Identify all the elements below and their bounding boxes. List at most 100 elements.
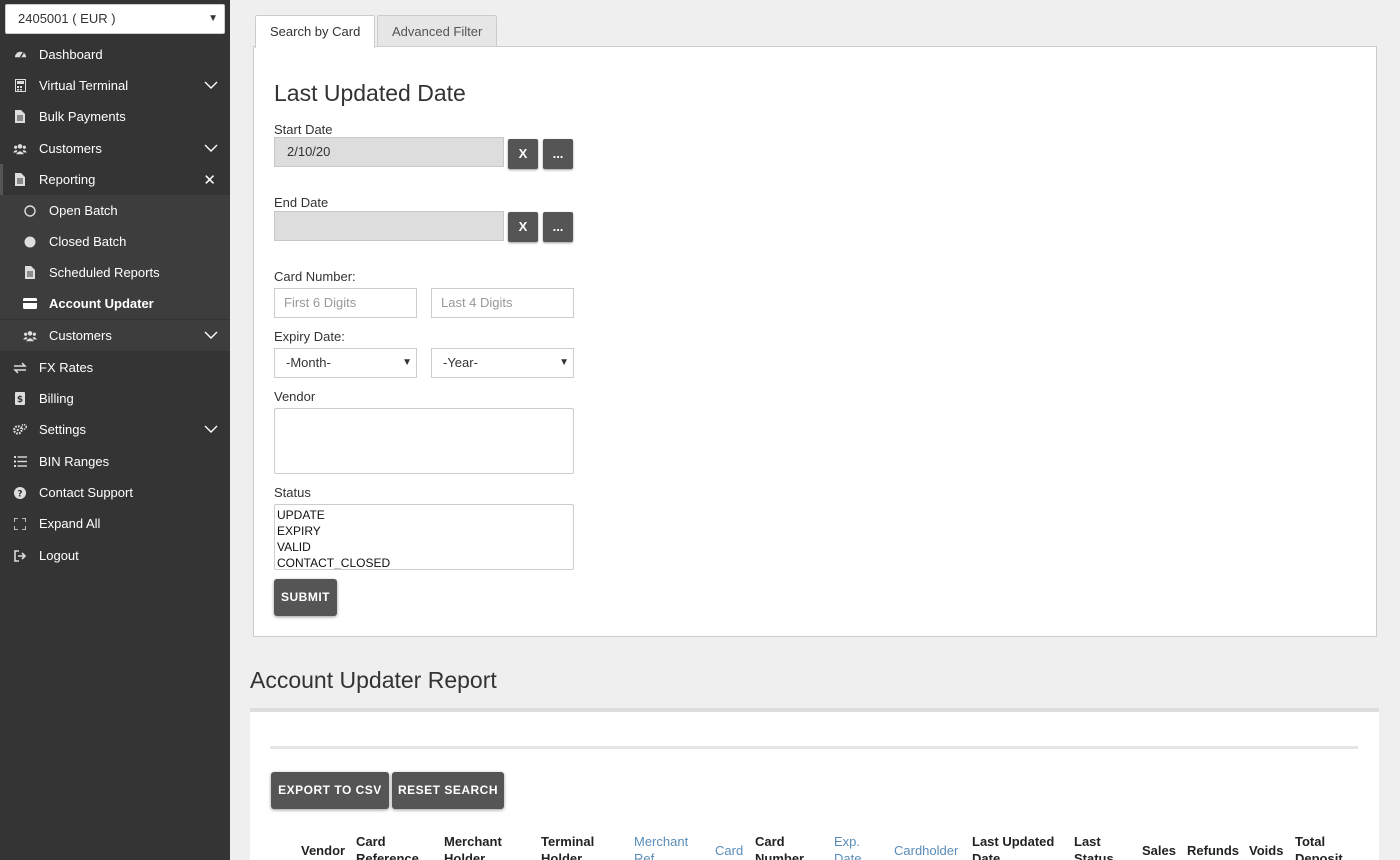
column-header-voids: Voids — [1249, 842, 1283, 859]
sidebar-item-label: Account Updater — [49, 296, 154, 311]
sidebar-item-contact-support[interactable]: ? Contact Support — [0, 477, 230, 508]
reset-search-button[interactable]: RESET SEARCH — [392, 772, 504, 809]
vendor-label: Vendor — [274, 389, 316, 404]
chevron-down-icon: ▼ — [208, 13, 218, 24]
list-icon — [13, 455, 27, 469]
sidebar-item-label: Customers — [49, 328, 112, 343]
sidebar-item-bin-ranges[interactable]: BIN Ranges — [0, 446, 230, 477]
sidebar-item-dashboard[interactable]: Dashboard — [0, 39, 230, 70]
chevron-down-icon: ▼ — [559, 357, 569, 368]
column-header-exp-date[interactable]: Exp. Date — [834, 833, 861, 860]
last-4-digits-input[interactable]: Last 4 Digits — [431, 288, 574, 318]
vendor-input[interactable] — [274, 408, 574, 474]
column-header-text: Card — [356, 834, 386, 849]
sidebar-item-label: Open Batch — [49, 203, 118, 218]
status-listbox[interactable]: UPDATE EXPIRY VALID CONTACT_CLOSED — [274, 504, 574, 570]
circle-filled-icon — [23, 235, 37, 249]
sidebar-item-label: Closed Batch — [49, 234, 127, 249]
sidebar-item-label: Contact Support — [39, 485, 133, 500]
column-header-total-deposit: Total Deposit — [1295, 833, 1343, 860]
status-option[interactable]: EXPIRY — [277, 523, 571, 539]
invoice-icon: $ — [13, 392, 27, 406]
column-header-text: Holder — [541, 851, 583, 860]
column-header-text: Refunds — [1187, 843, 1239, 858]
expiry-month-select[interactable]: -Month- ▼ — [274, 348, 417, 378]
svg-text:?: ? — [17, 489, 22, 499]
column-header-text: Last — [1074, 834, 1101, 849]
status-label: Status — [274, 485, 311, 500]
tab-advanced-filter[interactable]: Advanced Filter — [377, 15, 498, 47]
column-header-text: Exp. — [834, 834, 861, 849]
status-option[interactable]: UPDATE — [277, 507, 571, 523]
sidebar-item-customers[interactable]: Customers — [0, 133, 230, 164]
column-header-text: Date — [972, 851, 1001, 860]
end-date-input[interactable] — [274, 211, 504, 241]
divider — [270, 746, 1358, 749]
sidebar-item-settings[interactable]: Settings — [0, 414, 230, 445]
column-header-text: Card — [715, 843, 744, 858]
sidebar-item-label: Reporting — [39, 172, 96, 187]
sidebar-item-closed-batch[interactable]: Closed Batch — [0, 226, 230, 257]
chevron-down-icon[interactable] — [204, 143, 218, 153]
status-option[interactable]: VALID — [277, 539, 571, 555]
sidebar-item-label: Settings — [39, 422, 86, 437]
export-csv-button[interactable]: EXPORT TO CSV — [271, 772, 389, 809]
column-header-card-reference: Card Reference — [356, 833, 419, 860]
sidebar-item-open-batch[interactable]: Open Batch — [0, 195, 230, 226]
close-icon[interactable]: ✕ — [203, 171, 216, 189]
pick-end-date-button[interactable]: ... — [543, 212, 573, 242]
account-select[interactable]: 2405001 ( EUR ) ▼ — [5, 4, 225, 34]
clear-end-date-button[interactable]: X — [508, 212, 538, 242]
section-heading: Last Updated Date — [274, 80, 466, 106]
column-header-text: Voids — [1249, 843, 1284, 858]
document-icon — [13, 173, 27, 187]
end-date-label: End Date — [274, 195, 329, 210]
sidebar-item-sub-customers[interactable]: Customers — [0, 320, 230, 351]
sidebar-item-logout[interactable]: Logout — [0, 540, 230, 571]
sidebar-item-label: Dashboard — [39, 47, 103, 62]
expiry-year-select[interactable]: -Year- ▼ — [431, 348, 574, 378]
sidebar-item-fx-rates[interactable]: FX Rates — [0, 352, 230, 383]
users-icon — [13, 142, 27, 156]
first-6-digits-input[interactable]: First 6 Digits — [274, 288, 417, 318]
sidebar-item-scheduled-reports[interactable]: Scheduled Reports — [0, 257, 230, 288]
column-header-vendor: Vendor — [301, 842, 345, 859]
sidebar-item-label: Virtual Terminal — [39, 78, 129, 93]
column-header-last-status: Last Status — [1074, 833, 1114, 860]
status-option[interactable]: CONTACT_CLOSED — [277, 555, 571, 569]
sidebar: 2405001 ( EUR ) ▼ Dashboard Virtual Term… — [0, 0, 230, 860]
sidebar-item-bulk-payments[interactable]: Bulk Payments — [0, 101, 230, 132]
sidebar-item-label: Customers — [39, 141, 102, 156]
column-header-card[interactable]: Card — [715, 842, 743, 859]
pick-start-date-button[interactable]: ... — [543, 139, 573, 169]
sidebar-item-account-updater[interactable]: Account Updater — [0, 288, 230, 319]
sidebar-item-label: FX Rates — [39, 360, 94, 375]
sidebar-item-label: Bulk Payments — [39, 109, 126, 124]
chevron-down-icon[interactable] — [204, 330, 218, 340]
chevron-down-icon[interactable] — [204, 424, 218, 434]
sign-out-icon — [13, 549, 27, 563]
report-panel: EXPORT TO CSV RESET SEARCH Vendor Card Re… — [250, 708, 1379, 860]
dashboard-icon — [13, 48, 27, 62]
column-header-text: Number — [755, 851, 805, 860]
column-header-merchant-ref[interactable]: Merchant Ref — [634, 833, 688, 860]
start-date-input[interactable]: 2/10/20 — [274, 137, 504, 167]
expiry-year-value: -Year- — [443, 355, 478, 370]
sidebar-item-reporting[interactable]: Reporting ✕ — [0, 164, 230, 195]
column-header-card-number: Card Number — [755, 833, 804, 860]
clear-start-date-button[interactable]: X — [508, 139, 538, 169]
column-header-text: Cardholder — [894, 843, 959, 858]
chevron-down-icon[interactable] — [204, 80, 218, 90]
circle-outline-icon — [23, 204, 37, 218]
sidebar-item-virtual-terminal[interactable]: Virtual Terminal — [0, 70, 230, 101]
column-header-text: Sales — [1142, 843, 1176, 858]
column-header-text: Status — [1074, 851, 1114, 860]
sidebar-item-billing[interactable]: $ Billing — [0, 383, 230, 414]
submit-button[interactable]: SUBMIT — [274, 579, 337, 616]
tab-search-by-card[interactable]: Search by Card — [255, 15, 376, 48]
question-circle-icon: ? — [13, 486, 27, 500]
sidebar-item-label: Logout — [39, 548, 79, 563]
sidebar-item-expand-all[interactable]: Expand All — [0, 508, 230, 539]
calculator-icon — [13, 79, 27, 93]
column-header-cardholder[interactable]: Cardholder — [894, 842, 958, 859]
